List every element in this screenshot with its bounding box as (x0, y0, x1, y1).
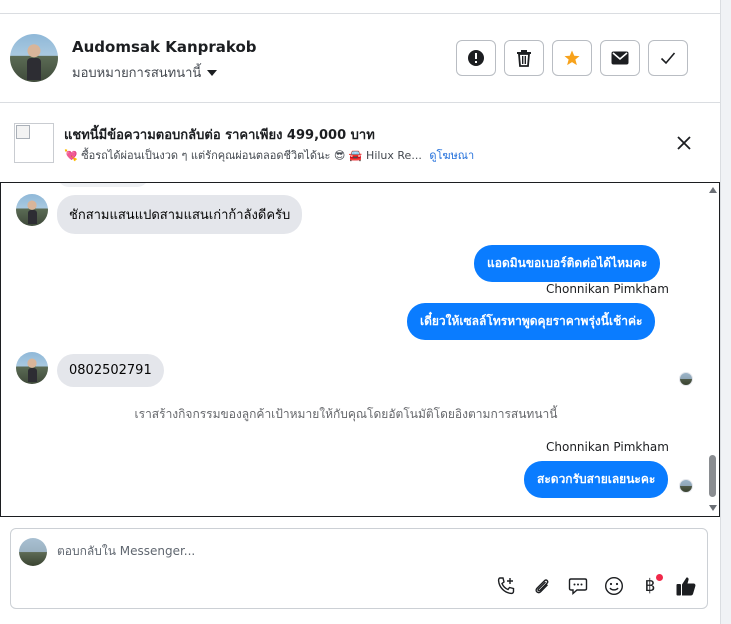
mark-done-button[interactable] (648, 40, 688, 76)
user-name[interactable]: Audomsak Kanprakob (72, 38, 257, 56)
check-icon (660, 52, 676, 65)
close-icon (677, 136, 691, 150)
inbox-conversation-panel: Audomsak Kanprakob มอบหมายการสนทนานี้ แช… (0, 0, 731, 624)
caret-down-icon (207, 69, 218, 76)
star-icon (564, 50, 580, 66)
paperclip-icon (535, 579, 549, 594)
previous-message-bubble (57, 183, 149, 187)
message-thread[interactable]: ชักสามแสนแปดสามแสนเก่าก้าลังดีครับ แอดมิ… (0, 182, 720, 517)
trash-icon (517, 50, 531, 67)
emoji-icon (604, 576, 624, 596)
emoji-button[interactable] (603, 575, 625, 597)
scroll-up-arrow-icon[interactable] (709, 187, 717, 193)
outgoing-message: สะดวกรับสายเลยนะคะ (524, 461, 669, 498)
call-button[interactable] (495, 575, 517, 597)
ad-thumbnail-image[interactable] (14, 123, 54, 163)
scroll-down-arrow-icon[interactable] (709, 505, 717, 511)
reply-composer: ฿ (10, 528, 708, 609)
payment-button[interactable]: ฿ (639, 574, 663, 597)
seen-avatar-icon (679, 372, 693, 386)
ad-subtitle: 💘 ซื้อรถได้ผ่อนเป็นงวด ๆ แต่รักคุณผ่อนตล… (64, 149, 422, 162)
saved-reply-icon (568, 578, 588, 596)
header-actions (456, 40, 688, 76)
assign-label: มอบหมายการสนทนานี้ (72, 66, 202, 81)
outgoing-message: เดี๋ยวให้เซลล์โทรหาพูดคุยราคาพรุ่งนี้เช้… (407, 303, 656, 340)
scroll-thumb[interactable] (709, 455, 716, 497)
ad-banner: แชทนี้มีข้อความตอบกลับต่อ ราคาเพียง 499,… (0, 103, 720, 183)
incoming-message: ชักสามแสนแปดสามแสนเก่าก้าลังดีครับ (57, 195, 303, 234)
phone-plus-icon (497, 577, 515, 595)
reply-input[interactable] (57, 540, 657, 562)
sender-name: Chonnikan Pimkham (546, 440, 669, 454)
ad-title: แชทนี้มีข้อความตอบกลับต่อ ราคาเพียง 499,… (64, 128, 375, 143)
outgoing-message: แอดมินขอเบอร์ติดต่อได้ไหมคะ (474, 245, 661, 282)
star-button[interactable] (552, 40, 592, 76)
incoming-message: 0802502791 (57, 354, 164, 387)
baht-icon: ฿ (644, 576, 656, 596)
seen-avatar-icon (679, 479, 693, 493)
report-button[interactable] (456, 40, 496, 76)
like-button[interactable] (675, 575, 697, 597)
chat-scrollbar[interactable] (705, 183, 719, 516)
attach-button[interactable] (531, 575, 553, 597)
mark-unread-button[interactable] (600, 40, 640, 76)
page-avatar (19, 538, 47, 566)
ad-subtitle-row: 💘 ซื้อรถได้ผ่อนเป็นงวด ๆ แต่รักคุณผ่อนตล… (64, 146, 474, 164)
close-ad-button[interactable] (672, 131, 696, 155)
view-ad-link[interactable]: ดูโฆษณา (429, 149, 474, 162)
report-icon (468, 50, 484, 66)
saved-replies-button[interactable] (567, 575, 589, 597)
composer-tools: ฿ (495, 574, 697, 597)
delete-button[interactable] (504, 40, 544, 76)
user-avatar[interactable] (10, 34, 58, 82)
notification-dot (656, 574, 663, 581)
customer-avatar (16, 352, 48, 384)
mail-icon (611, 51, 629, 65)
assign-conversation-dropdown[interactable]: มอบหมายการสนทนานี้ (72, 62, 218, 83)
thumbs-up-icon (676, 577, 696, 596)
conversation-header: Audomsak Kanprakob มอบหมายการสนทนานี้ (0, 14, 720, 103)
customer-avatar (16, 194, 48, 226)
right-gutter (720, 0, 731, 624)
sender-name: Chonnikan Pimkham (546, 282, 669, 296)
system-note: เราสร้างกิจกรรมของลูกค้าเป้าหมายให้กับคุ… (134, 407, 558, 421)
